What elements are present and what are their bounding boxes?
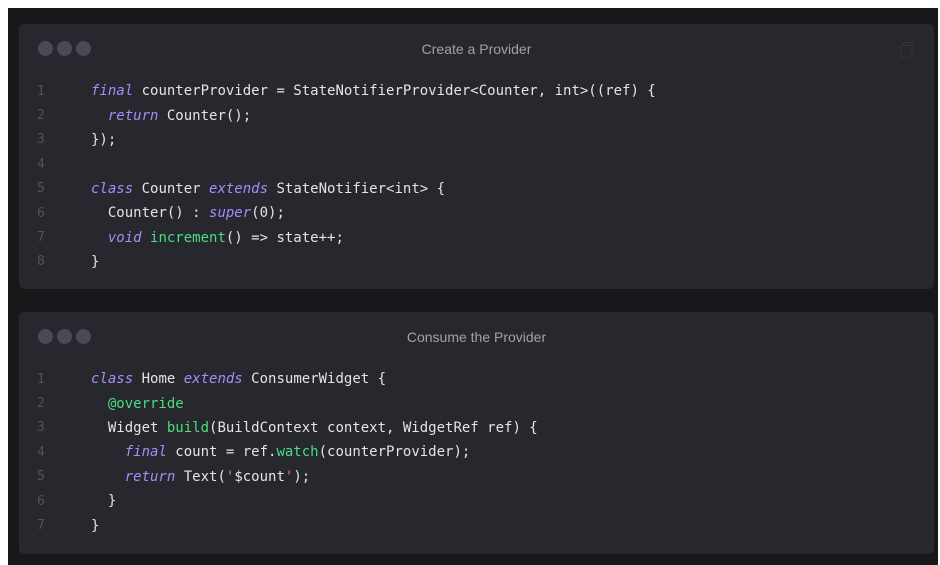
code-line: 6 } bbox=[19, 489, 934, 513]
code-line: 5 class Counter extends StateNotifier<int… bbox=[19, 177, 934, 201]
code-text: final counterProvider = StateNotifierPro… bbox=[77, 83, 656, 99]
code-token: (0); bbox=[251, 205, 285, 222]
code-token: } bbox=[91, 493, 117, 510]
code-line: 2 return Counter(); bbox=[19, 103, 934, 127]
code-text: @override bbox=[77, 396, 184, 412]
code-token: ConsumerWidget { bbox=[242, 371, 387, 388]
line-number: 1 bbox=[37, 83, 45, 99]
function-token: build bbox=[166, 419, 210, 436]
code-token: count = ref. bbox=[166, 444, 277, 461]
keyword-token: super bbox=[209, 205, 252, 222]
copy-icon[interactable] bbox=[900, 42, 914, 58]
code-token: Home bbox=[133, 371, 184, 388]
code-line: 5 return Text('$count'); bbox=[19, 465, 934, 489]
code-window-create-provider: Create a Provider 1 final counterProvider… bbox=[19, 24, 934, 289]
line-number: 8 bbox=[37, 254, 45, 270]
line-number: 6 bbox=[37, 205, 45, 221]
code-line: 7} bbox=[19, 513, 934, 537]
window-titlebar: Create a Provider bbox=[19, 24, 934, 74]
line-number: 7 bbox=[37, 230, 45, 246]
line-number: 3 bbox=[37, 132, 45, 148]
line-number: 2 bbox=[37, 108, 45, 124]
keyword-token: return bbox=[107, 107, 159, 124]
keyword-token: class bbox=[91, 371, 134, 388]
code-line: 8} bbox=[19, 250, 934, 274]
code-text: }); bbox=[77, 132, 116, 148]
function-token: watch bbox=[276, 444, 319, 461]
line-number: 4 bbox=[37, 444, 45, 460]
keyword-token: extends bbox=[183, 371, 243, 388]
code-block: 1 final counterProvider = StateNotifierPr… bbox=[19, 74, 934, 274]
code-token: }); bbox=[91, 131, 117, 148]
code-token: ); bbox=[293, 468, 311, 485]
code-token: Counter(); bbox=[158, 107, 252, 124]
code-line: 4 bbox=[19, 152, 934, 176]
window-title: Create a Provider bbox=[421, 41, 532, 57]
function-token: @override bbox=[107, 395, 184, 412]
window-titlebar: Consume the Provider bbox=[19, 312, 934, 362]
line-number: 4 bbox=[37, 156, 45, 172]
code-text: void increment() => state++; bbox=[77, 230, 344, 246]
code-line: 4 final count = ref.watch(counterProvide… bbox=[19, 440, 934, 464]
code-token: (BuildContext context, WidgetRef ref) { bbox=[209, 419, 538, 436]
line-number: 7 bbox=[37, 518, 45, 534]
code-text: Counter() : super(0); bbox=[77, 205, 285, 221]
code-token: Counter bbox=[133, 180, 210, 197]
keyword-token: extends bbox=[209, 180, 269, 197]
code-token: $count bbox=[234, 468, 285, 485]
code-block: 1 class Home extends ConsumerWidget { 2 @o… bbox=[19, 362, 934, 538]
page-background: Create a Provider 1 final counterProvider… bbox=[8, 8, 938, 565]
keyword-token: final bbox=[91, 83, 134, 100]
code-text: } bbox=[77, 518, 99, 534]
code-token: Text( bbox=[175, 468, 226, 485]
code-text: class Counter extends StateNotifier<int>… bbox=[77, 181, 445, 197]
code-text: final count = ref.watch(counterProvider)… bbox=[77, 444, 471, 461]
code-line: 6 Counter() : super(0); bbox=[19, 201, 934, 225]
code-token: (counterProvider); bbox=[318, 444, 471, 461]
window-title: Consume the Provider bbox=[406, 329, 547, 345]
code-text: Widget build(BuildContext context, Widge… bbox=[77, 420, 538, 436]
keyword-token: class bbox=[91, 180, 134, 197]
code-token: } bbox=[91, 517, 100, 534]
code-token: StateNotifier<int> { bbox=[268, 180, 446, 197]
code-line: 3}); bbox=[19, 128, 934, 152]
line-number: 5 bbox=[37, 469, 45, 485]
line-number: 3 bbox=[37, 420, 45, 436]
code-token: } bbox=[91, 253, 100, 270]
keyword-token: return bbox=[124, 468, 176, 485]
code-text: } bbox=[77, 493, 116, 509]
code-line: 2 @override bbox=[19, 391, 934, 415]
code-token: Widget bbox=[91, 419, 167, 436]
code-text: return Text('$count'); bbox=[77, 469, 310, 485]
code-text: class Home extends ConsumerWidget { bbox=[77, 371, 386, 387]
code-token: () => state++; bbox=[225, 229, 344, 246]
code-text: } bbox=[77, 254, 99, 270]
line-number: 6 bbox=[37, 493, 45, 509]
line-number: 5 bbox=[37, 181, 45, 197]
code-token: counterProvider = StateNotifierProvider<… bbox=[133, 83, 656, 100]
line-number: 2 bbox=[37, 396, 45, 412]
keyword-token: final bbox=[124, 444, 167, 461]
code-token: Counter() : bbox=[91, 205, 210, 222]
code-line: 1 final counterProvider = StateNotifierPr… bbox=[19, 79, 934, 103]
code-text: return Counter(); bbox=[77, 108, 251, 124]
code-window-consume-provider: Consume the Provider 1 class Home extends… bbox=[19, 312, 934, 554]
keyword-token: void bbox=[107, 229, 142, 246]
function-token: increment bbox=[150, 229, 226, 246]
code-line: 1 class Home extends ConsumerWidget { bbox=[19, 367, 934, 391]
code-line: 3 Widget build(BuildContext context, Wid… bbox=[19, 416, 934, 440]
line-number: 1 bbox=[37, 371, 45, 387]
code-line: 7 void increment() => state++; bbox=[19, 225, 934, 249]
